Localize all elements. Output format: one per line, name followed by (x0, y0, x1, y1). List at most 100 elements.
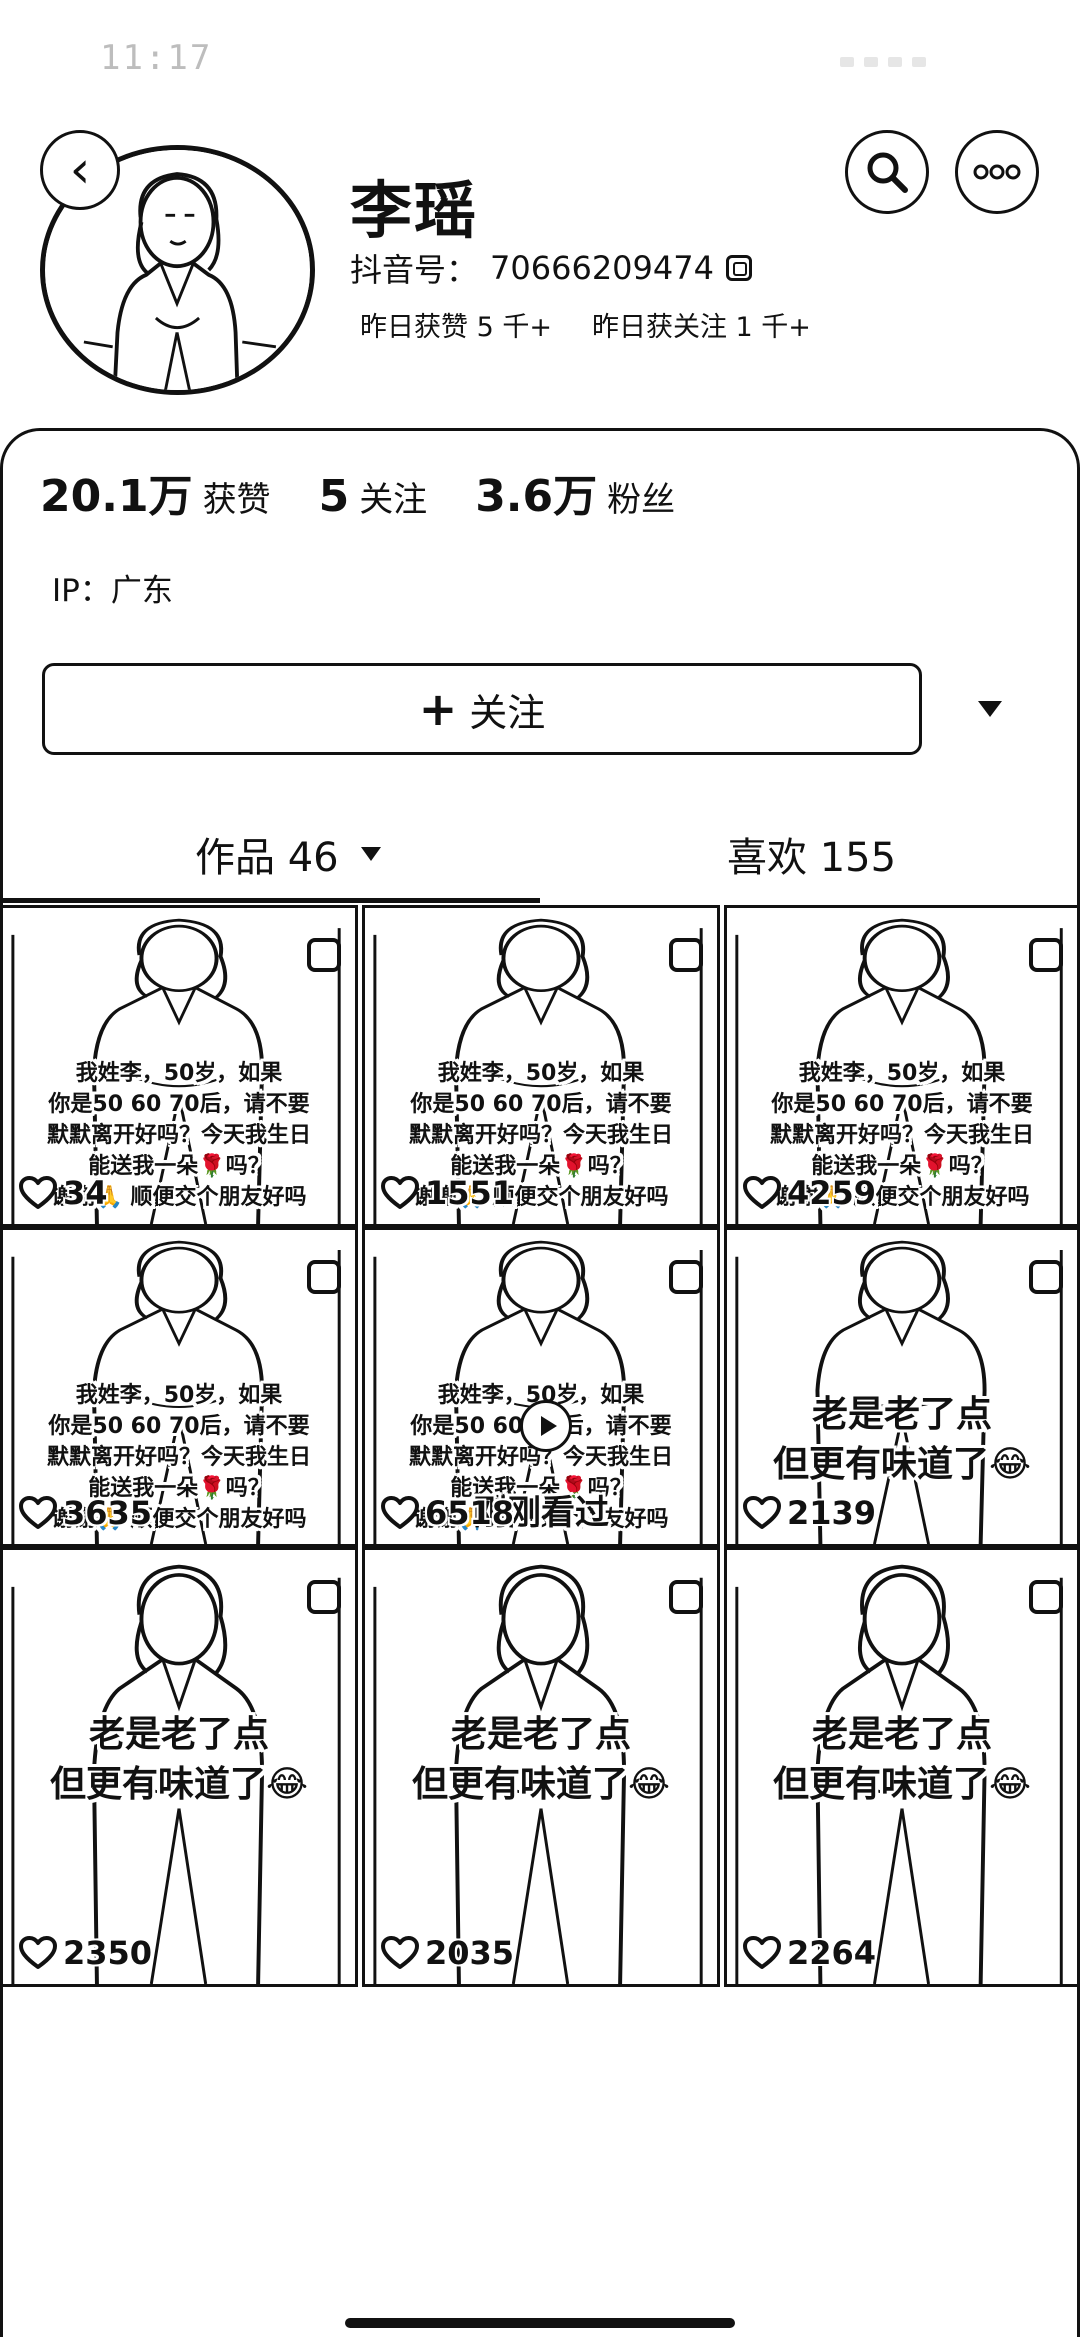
status-time: 11:17 (100, 38, 213, 78)
caption-line: 我姓李，50岁，如果 (75, 1061, 283, 1086)
video-tile[interactable]: 我姓李，50岁，如果 你是50 60 70后，请不要 默默离开好吗？今天我生日 能送我… (362, 1227, 720, 1547)
stats-row: 20.1万 获赞 5 关注 3.6万 粉丝 (40, 460, 723, 524)
follow-button[interactable]: + 关注 (42, 663, 922, 755)
caption-line: 默默离开好吗？今天我生日 (46, 1445, 311, 1470)
video-tile[interactable]: 老是老了点但更有味道了😂 2350 (0, 1547, 358, 1987)
video-tile[interactable]: 我姓李，50岁，如果 你是50 60 70后，请不要 默默离开好吗？今天我生日 能送我… (362, 905, 720, 1227)
likes-label: 获赞 (202, 480, 271, 520)
douyin-id-label: 抖音号： (350, 251, 479, 289)
caret-down-icon (360, 847, 381, 861)
video-likes: 2350 (19, 1934, 152, 1972)
douyin-id-row: 抖音号： 70666209474 (350, 245, 752, 291)
caption-line: 默默离开好吗？今天我生日 (769, 1123, 1034, 1148)
video-likes-count: 2139 (787, 1494, 877, 1532)
profile-name: 李瑶 (350, 174, 479, 247)
select-checkbox[interactable] (1029, 1580, 1063, 1614)
caption-line: 默默离开好吗？今天我生日 (46, 1123, 311, 1148)
follow-label: 关注 (469, 690, 546, 735)
heart-icon (19, 1176, 57, 1210)
tab-likes-label: 喜欢 155 (727, 835, 897, 881)
home-indicator (345, 2318, 735, 2328)
more-button[interactable] (955, 130, 1039, 214)
caption-line: 老是老了点 (450, 1714, 631, 1755)
copy-icon[interactable] (725, 255, 752, 281)
select-checkbox[interactable] (1029, 1260, 1063, 1294)
select-checkbox[interactable] (669, 938, 703, 972)
select-checkbox[interactable] (669, 1260, 703, 1294)
video-tile[interactable]: 我姓李，50岁，如果 你是50 60 70后，请不要 默默离开好吗？今天我生日 能送我… (724, 905, 1080, 1227)
caption-line: 我姓李，50岁，如果 (798, 1061, 1006, 1086)
caption-line: 但更有味道了😂 (772, 1764, 1032, 1805)
video-likes-count: 6518 (425, 1494, 515, 1532)
video-tile[interactable]: 我姓李，50岁，如果 你是50 60 70后，请不要 默默离开好吗？今天我生日 能送我… (0, 1227, 358, 1547)
video-likes: 34 (19, 1174, 108, 1212)
caption-line: 我姓李，50岁，如果 (437, 1061, 645, 1086)
search-button[interactable] (845, 130, 929, 214)
video-likes: 2264 (743, 1934, 876, 1972)
status-bar: 11:17 (0, 0, 1080, 110)
chevron-down-icon[interactable] (975, 697, 1005, 721)
video-likes-count: 34 (63, 1174, 108, 1212)
video-caption: 老是老了点但更有味道了😂 (365, 1710, 717, 1810)
following-label[interactable]: 关注 (359, 472, 427, 521)
douyin-id-value: 70666209474 (490, 249, 714, 287)
caption-line: 我姓李，50岁，如果 (75, 1383, 283, 1408)
video-tile[interactable]: 老是老了点但更有味道了😂 2035 (362, 1547, 720, 1987)
status-icons (830, 52, 990, 70)
video-tile[interactable]: 我姓李，50岁，如果 你是50 60 70后，请不要 默默离开好吗？今天我生日 能送我… (0, 905, 358, 1227)
video-likes: 4259 (743, 1174, 876, 1212)
video-likes-count: 3635 (63, 1494, 153, 1532)
select-checkbox[interactable] (307, 938, 341, 972)
video-likes: 3635 (19, 1494, 152, 1532)
caption-line: 你是50 60 70后，请不要 (48, 1414, 310, 1439)
video-caption: 老是老了点 但更有味道了😂 (727, 1390, 1077, 1490)
heart-icon (381, 1936, 419, 1970)
caption-line: 默默离开好吗？今天我生日 (408, 1123, 673, 1148)
caption-line: 但更有味道了😂 (49, 1764, 309, 1805)
video-tile[interactable]: 老是老了点 但更有味道了😂 2264 (724, 1547, 1080, 1987)
following-count[interactable]: 5 (319, 471, 350, 522)
caption-line: 你是50 60 70后，请不要 (48, 1092, 310, 1117)
tab-works[interactable]: 作品 46 (195, 825, 381, 883)
heart-icon (743, 1176, 781, 1210)
video-likes-count: 2350 (63, 1934, 153, 1972)
tab-likes[interactable]: 喜欢 155 (727, 825, 896, 883)
caption-line: 但更有味道了😂 (411, 1764, 671, 1805)
video-caption: 老是老了点但更有味道了😂 (3, 1710, 355, 1810)
heart-icon (381, 1176, 419, 1210)
video-likes: 2139 (743, 1494, 876, 1532)
heart-icon (19, 1496, 57, 1530)
video-tile[interactable]: 老是老了点 但更有味道了😂 2139 (724, 1227, 1080, 1547)
select-checkbox[interactable] (1029, 938, 1063, 972)
plus-icon: + (418, 682, 458, 736)
caption-line: 老是老了点 (88, 1714, 269, 1755)
video-likes-count: 2264 (787, 1934, 877, 1972)
yesterday-likes: 昨日获赞 5 千+ (360, 312, 552, 343)
video-likes-count: 1551 (425, 1174, 515, 1212)
heart-icon (743, 1936, 781, 1970)
search-icon (867, 152, 908, 193)
play-icon (520, 1400, 572, 1452)
yesterday-follows: 昨日获关注 1 千+ (591, 312, 811, 343)
yesterday-stats: 昨日获赞 5 千+ 昨日获关注 1 千+ (360, 305, 811, 344)
caption-line: 你是50 60 70后，请不要 (410, 1092, 672, 1117)
heart-icon (19, 1936, 57, 1970)
video-caption: 老是老了点 但更有味道了😂 (727, 1710, 1077, 1810)
back-button[interactable]: ‹ (40, 130, 120, 210)
select-checkbox[interactable] (307, 1580, 341, 1614)
caption-line: 你是50 60 70后，请不要 (771, 1092, 1033, 1117)
heart-icon (381, 1496, 419, 1530)
tab-indicator (0, 898, 540, 903)
select-checkbox[interactable] (307, 1260, 341, 1294)
select-checkbox[interactable] (669, 1580, 703, 1614)
ip-location: IP：广东 (52, 573, 173, 609)
video-likes-count: 4259 (787, 1174, 877, 1212)
heart-icon (743, 1496, 781, 1530)
fans-count[interactable]: 3.6万 (475, 460, 597, 524)
fans-label[interactable]: 粉丝 (607, 472, 675, 521)
video-likes-count: 2035 (425, 1934, 515, 1972)
likes-count: 20.1万 (40, 471, 193, 522)
back-arrow-icon: ‹ (69, 140, 91, 200)
caption-line: 老是老了点 (811, 1394, 992, 1435)
tab-works-label: 作品 46 (195, 835, 339, 881)
